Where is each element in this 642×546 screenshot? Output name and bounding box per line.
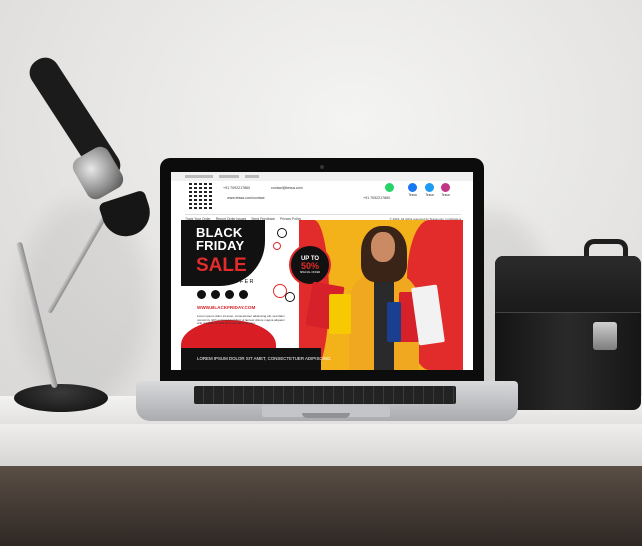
briefcase-flap [495, 256, 641, 313]
twitter-label: Tessa [425, 193, 434, 197]
twitter-icon [225, 290, 234, 299]
social-phone-text: +91 7092217860 [363, 196, 391, 200]
whatsapp-icon [385, 183, 394, 192]
laptop-screen: +91 7092217860 contact@tessa.com www.tes… [171, 172, 473, 370]
url-text: www.tessa.com/contact [227, 196, 265, 200]
email-text: contact@tessa.com [271, 186, 303, 190]
instagram-link[interactable]: Tessa [441, 183, 450, 197]
twitter-link[interactable]: Tessa [425, 183, 434, 197]
title-line-friday: FRIDAY [196, 238, 245, 253]
banner-social-icons [197, 290, 248, 299]
keyboard [194, 386, 456, 404]
decor-circle [277, 228, 287, 238]
woman-face [371, 232, 395, 262]
decor-circle [273, 242, 281, 250]
document-header: +91 7092217860 contact@tessa.com www.tes… [171, 181, 473, 221]
instagram-icon [441, 183, 450, 192]
black-friday-banner: BLACK FRIDAY SALE LIMITED OFFER WWW.BLAC… [181, 220, 463, 370]
desk-edge [0, 424, 642, 467]
banner-website: WWW.BLACKFRIDAY.COM [197, 305, 256, 310]
whatsapp-icon [239, 290, 248, 299]
banner-footer-text: LOREM IPSUM DOLOR SIT AMET, CONSECTETUER… [197, 356, 332, 361]
shopping-bag-blue [387, 302, 401, 342]
instagram-label: Tessa [441, 193, 450, 197]
lid-notch [302, 413, 350, 418]
facebook-link[interactable]: Tessa [408, 183, 417, 197]
limited-offer-text: LIMITED OFFER [196, 279, 255, 285]
banner-title: BLACK FRIDAY [196, 226, 244, 252]
instagram-icon [197, 290, 206, 299]
discount-badge: UP TO 50% SPECIAL OFFER [289, 244, 331, 286]
facebook-icon [211, 290, 220, 299]
facebook-label: Tessa [408, 193, 417, 197]
badge-percent: 50% [300, 261, 319, 271]
lamp-base [14, 384, 108, 412]
twitter-icon [425, 183, 434, 192]
decor-circle [285, 292, 295, 302]
title-line-sale: SALE [196, 255, 247, 276]
shopping-bag-yellow [329, 294, 351, 334]
qr-code [187, 183, 213, 209]
phone-text: +91 7092217860 [223, 186, 251, 190]
floor [0, 466, 642, 546]
briefcase-lock [593, 322, 617, 350]
webcam [320, 165, 324, 169]
badge-special-offer: SPECIAL OFFER [299, 271, 321, 274]
facebook-icon [408, 183, 417, 192]
document-toolbar [171, 172, 473, 181]
banner-body-text: Lorem ipsum dolor sit amet, consectetuer… [197, 314, 285, 326]
